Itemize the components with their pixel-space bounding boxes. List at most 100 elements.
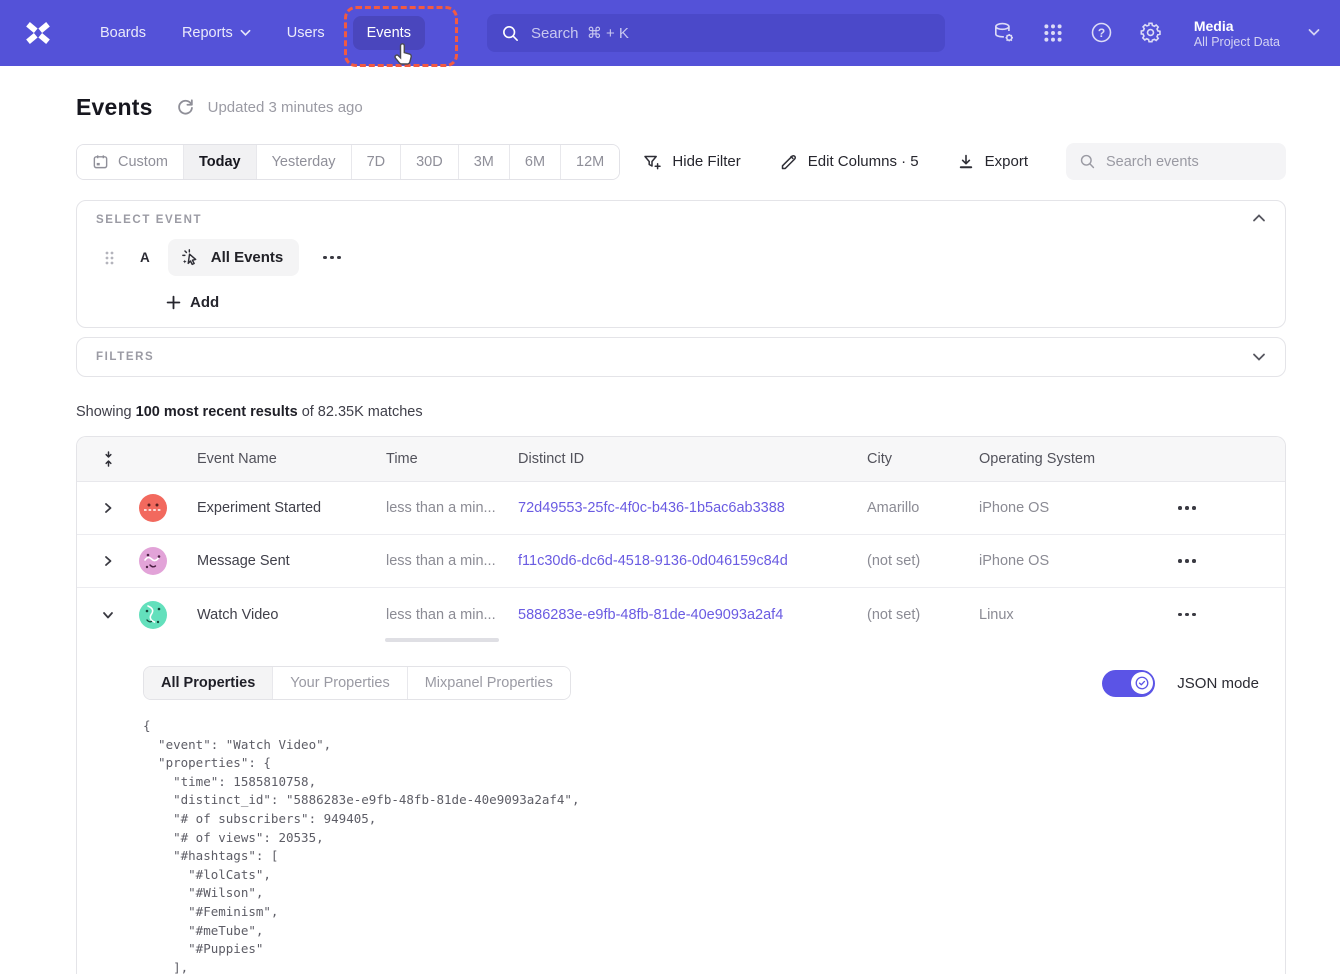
- search-events-input[interactable]: [1106, 154, 1273, 170]
- primary-nav: Boards Reports Users Events: [86, 16, 425, 50]
- row-more-options-icon[interactable]: [1157, 500, 1217, 516]
- nav-item-label: Users: [287, 25, 325, 41]
- add-event-button[interactable]: Add: [166, 294, 219, 311]
- last-updated-text: Updated 3 minutes ago: [208, 99, 363, 116]
- event-name-cell: Watch Video: [181, 607, 386, 623]
- global-search-input[interactable]: [531, 25, 931, 42]
- column-header-time: Time: [386, 451, 518, 467]
- global-search[interactable]: [487, 14, 945, 52]
- filters-panel[interactable]: FILTERS: [76, 337, 1286, 377]
- nav-item-users[interactable]: Users: [273, 16, 339, 50]
- expand-row-chevron-right-icon[interactable]: [77, 501, 139, 515]
- edit-columns-label: Edit Columns · 5: [808, 153, 919, 170]
- tab-your-properties[interactable]: Your Properties: [272, 667, 406, 699]
- selected-event-name: All Events: [211, 249, 284, 266]
- project-name: Media: [1194, 17, 1280, 36]
- settings-gear-icon[interactable]: [1139, 21, 1162, 44]
- tab-all-properties[interactable]: All Properties: [144, 667, 272, 699]
- nav-item-events[interactable]: Events: [353, 16, 425, 50]
- properties-tabs: All Properties Your Properties Mixpanel …: [143, 666, 571, 700]
- collapse-panel-chevron-up-icon[interactable]: [1252, 213, 1266, 223]
- data-management-icon[interactable]: [992, 21, 1016, 45]
- drag-handle-icon[interactable]: [104, 250, 114, 266]
- event-name-cell: Message Sent: [181, 553, 386, 569]
- pencil-icon: [779, 152, 798, 171]
- help-icon[interactable]: ?: [1090, 21, 1113, 44]
- table-row-expanded[interactable]: Watch Video less than a min... 5886283e-…: [77, 588, 1285, 641]
- date-range-label: Custom: [118, 154, 168, 170]
- events-table: Event Name Time Distinct ID City Operati…: [76, 436, 1286, 974]
- city-cell: (not set): [867, 607, 979, 623]
- tab-label: Your Properties: [290, 675, 389, 691]
- nav-item-boards[interactable]: Boards: [86, 16, 160, 50]
- nav-item-label: Reports: [182, 25, 233, 41]
- calendar-icon: [92, 153, 109, 170]
- event-more-options-icon[interactable]: [317, 250, 347, 266]
- hide-filter-label: Hide Filter: [672, 153, 740, 170]
- apps-grid-icon[interactable]: [1042, 22, 1064, 44]
- event-name-cell: Experiment Started: [181, 500, 386, 516]
- date-range-yesterday[interactable]: Yesterday: [256, 145, 351, 179]
- nav-item-reports[interactable]: Reports: [168, 16, 265, 50]
- time-cell: less than a min...: [386, 500, 518, 516]
- horizontal-scrollbar-thumb[interactable]: [385, 638, 499, 642]
- results-summary: Showing 100 most recent results of 82.35…: [76, 404, 1286, 420]
- json-mode-toggle[interactable]: [1102, 670, 1155, 697]
- distinct-id-link[interactable]: 5886283e-e9fb-48fb-81de-40e9093a2af4: [518, 607, 867, 623]
- date-range-today[interactable]: Today: [183, 145, 256, 179]
- table-row[interactable]: Message Sent less than a min... f11c30d6…: [77, 535, 1285, 588]
- distinct-id-link[interactable]: f11c30d6-dc6d-4518-9136-0d046159c84d: [518, 553, 867, 569]
- time-cell: less than a min...: [386, 607, 518, 623]
- city-cell: Amarillo: [867, 500, 979, 516]
- table-row[interactable]: Experiment Started less than a min... 72…: [77, 482, 1285, 535]
- select-event-label: SELECT EVENT: [96, 214, 1266, 226]
- date-range-label: Today: [199, 154, 241, 170]
- os-cell: iPhone OS: [979, 553, 1157, 569]
- date-range-12m[interactable]: 12M: [560, 145, 619, 179]
- select-event-panel: SELECT EVENT A All Events Add: [76, 200, 1286, 328]
- row-more-options-icon[interactable]: [1157, 607, 1217, 623]
- date-range-control: Custom Today Yesterday 7D 30D 3M 6M 12M: [76, 144, 620, 180]
- add-label: Add: [190, 294, 219, 311]
- plus-icon: [166, 295, 181, 310]
- collapse-all-rows-icon[interactable]: [77, 450, 139, 468]
- all-events-selector[interactable]: All Events: [168, 239, 300, 276]
- expand-panel-chevron-down-icon[interactable]: [1252, 352, 1266, 362]
- date-range-6m[interactable]: 6M: [509, 145, 560, 179]
- export-button[interactable]: Export: [957, 153, 1028, 171]
- mixpanel-logo-icon[interactable]: [20, 15, 56, 51]
- event-avatar: [139, 547, 167, 575]
- tab-label: Mixpanel Properties: [425, 675, 553, 691]
- json-mode-label: JSON mode: [1177, 675, 1259, 692]
- funnel-plus-icon: [642, 152, 662, 172]
- results-count: 100 most recent results: [136, 404, 298, 420]
- chevron-down-icon: [240, 29, 251, 37]
- date-range-label: 3M: [474, 154, 494, 170]
- nav-item-label: Boards: [100, 25, 146, 41]
- edit-columns-button[interactable]: Edit Columns · 5: [779, 152, 919, 171]
- date-range-7d[interactable]: 7D: [351, 145, 401, 179]
- distinct-id-link[interactable]: 72d49553-25fc-4f0c-b436-1b5ac6ab3388: [518, 500, 867, 516]
- project-selector[interactable]: Media All Project Data: [1194, 17, 1320, 50]
- refresh-icon[interactable]: [176, 98, 195, 117]
- search-icon: [501, 24, 520, 43]
- svg-text:?: ?: [1098, 26, 1105, 40]
- filters-label: FILTERS: [96, 351, 154, 363]
- column-header-event-name: Event Name: [181, 451, 386, 467]
- date-range-custom[interactable]: Custom: [77, 145, 183, 179]
- tab-mixpanel-properties[interactable]: Mixpanel Properties: [407, 667, 570, 699]
- event-json-view: { "event": "Watch Video", "properties": …: [143, 717, 1285, 974]
- hide-filter-button[interactable]: Hide Filter: [642, 152, 740, 172]
- event-row-letter: A: [140, 250, 150, 265]
- collapse-row-chevron-down-icon[interactable]: [77, 609, 139, 621]
- os-cell: iPhone OS: [979, 500, 1157, 516]
- date-range-30d[interactable]: 30D: [400, 145, 458, 179]
- nav-item-label: Events: [367, 25, 411, 41]
- row-more-options-icon[interactable]: [1157, 553, 1217, 569]
- event-avatar: [139, 494, 167, 522]
- toggle-check-icon: [1131, 672, 1153, 694]
- expand-row-chevron-right-icon[interactable]: [77, 554, 139, 568]
- date-range-3m[interactable]: 3M: [458, 145, 509, 179]
- search-events-box[interactable]: [1066, 143, 1286, 180]
- date-range-label: 6M: [525, 154, 545, 170]
